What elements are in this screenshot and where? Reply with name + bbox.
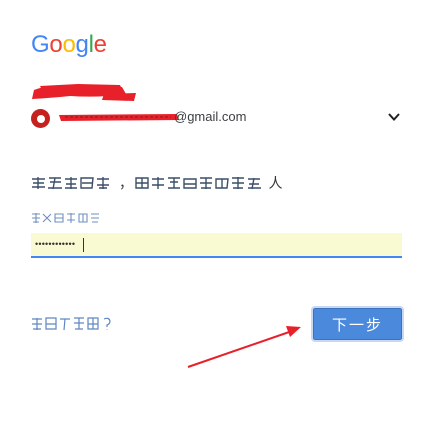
logo-letter: G [31, 31, 50, 58]
google-logo: Google [31, 31, 107, 59]
password-value: •••••••••••• [35, 239, 76, 249]
password-label-redaction [32, 213, 99, 223]
annotation-arrow [187, 326, 301, 368]
text-caret [83, 238, 84, 252]
logo-letter: e [93, 31, 107, 58]
account-chooser[interactable]: @gmail.com [31, 107, 403, 129]
forgot-password-link[interactable] [31, 316, 113, 331]
email-domain: @gmail.com [174, 109, 247, 124]
prompt-redaction [32, 177, 109, 190]
prompt-redaction-2 [134, 177, 261, 190]
email-redaction [59, 114, 179, 121]
security-prompt: ， 人 [31, 173, 283, 193]
logo-letter: g [75, 31, 89, 58]
prompt-end: 人 [268, 175, 283, 191]
account-name-redaction [32, 84, 136, 101]
logo-letter: o [49, 31, 63, 58]
password-input[interactable]: •••••••••••• [31, 233, 402, 258]
logo-letter: o [62, 31, 76, 58]
chevron-down-icon[interactable] [387, 110, 401, 124]
next-button[interactable]: 下一步 [311, 306, 404, 342]
avatar-icon [31, 109, 50, 128]
prompt-separator: ， [119, 175, 134, 191]
